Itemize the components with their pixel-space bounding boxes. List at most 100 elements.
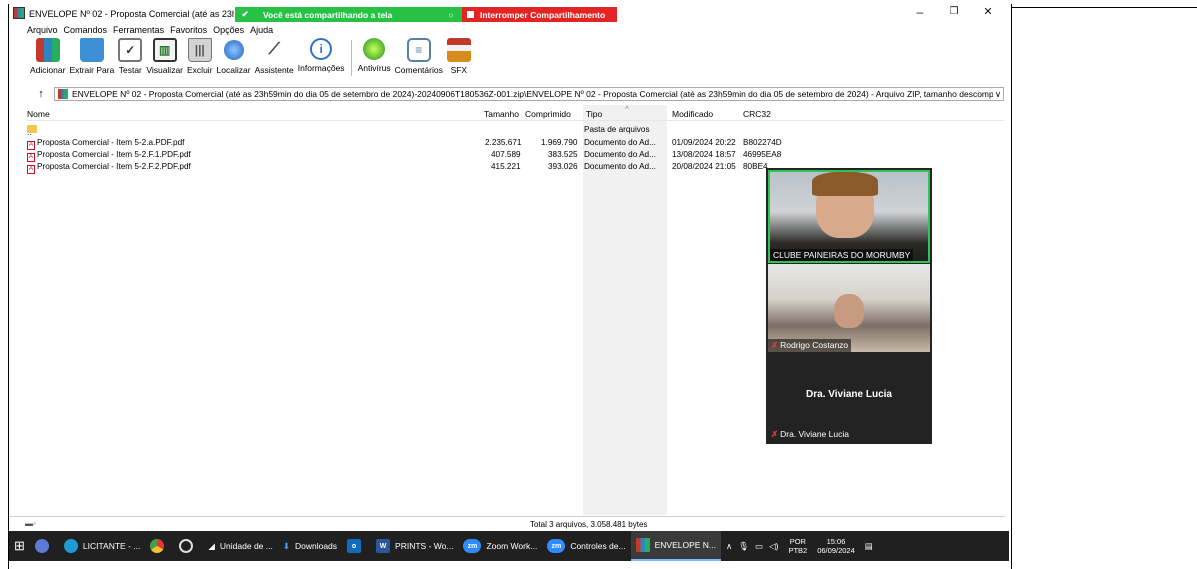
stop-share-button[interactable]: Interromper Compartilhamento — [462, 7, 617, 22]
close-button[interactable]: ✕ — [976, 6, 1000, 20]
sfx-icon — [446, 38, 471, 62]
list-header: Nome Tamanho Comprimido Tipo ^ Modificad… — [27, 104, 1004, 121]
wizard-button[interactable]: ⟋ Assistente — [253, 38, 296, 75]
list-item[interactable]: A Proposta Comercial - Item 5-2.F.1.PDF.p… — [27, 150, 787, 162]
toolbar: Adicionar Extrair Para ✓ Testar ▥ Visualiz… — [28, 38, 473, 82]
taskbar-app[interactable] — [30, 531, 59, 561]
minimize-button[interactable]: – — [908, 6, 932, 20]
comment-icon: ≡ — [406, 38, 431, 62]
antivirus-icon — [363, 38, 386, 60]
status-bar: ▬◦ Total 3 arquivos, 3.058.481 bytes — [9, 516, 1005, 530]
restore-button[interactable]: ❐ — [942, 6, 966, 20]
info-button[interactable]: i Informações — [296, 38, 347, 73]
wand-icon: ⟋ — [268, 41, 280, 58]
taskbar-zoom-controls[interactable]: zm Controles de... — [542, 531, 630, 561]
add-button[interactable]: Adicionar — [28, 38, 67, 75]
delete-button[interactable]: ||| Excluir — [185, 38, 215, 75]
pin-icon[interactable]: ✔ — [235, 9, 255, 20]
comments-button[interactable]: ≡ Comentários — [393, 38, 445, 75]
taskbar-downloads[interactable]: ⬇ Downloads — [278, 531, 342, 561]
file-size: 415.221 — [491, 162, 521, 171]
view-button[interactable]: ▥ Visualizar — [144, 38, 185, 75]
winrar-icon — [13, 7, 25, 19]
chevron-down-icon[interactable]: ∨ — [993, 89, 1003, 100]
test-button[interactable]: ✓ Testar — [116, 38, 144, 75]
file-type: Pasta de arquivos — [584, 125, 650, 134]
trash-icon: ||| — [187, 38, 212, 62]
taskbar-edge[interactable]: LICITANTE - ... — [59, 531, 145, 561]
clock[interactable]: 15:06 06/09/2024 — [812, 531, 860, 561]
participant-video[interactable]: CLUBE PAINEIRAS DO MORUMBY — [768, 170, 930, 263]
window-title: ENVELOPE Nº 02 - Proposta Comercial (até… — [29, 9, 234, 19]
toolbar-separator — [350, 40, 352, 76]
file-crc: B802274D — [743, 138, 782, 147]
pdf-icon: A — [27, 141, 35, 150]
list-item[interactable]: A Proposta Comercial - Item 5-2.F.2.PDF.p… — [27, 162, 787, 174]
participant-video[interactable]: ✗ Rodrigo Costanzo — [768, 264, 930, 352]
checklist-icon: ✓ — [118, 38, 143, 62]
taskbar-winrar[interactable]: ENVELOPE N... — [630, 531, 722, 561]
winrar-icon — [635, 538, 650, 552]
notifications-button[interactable]: ▤ — [860, 531, 878, 561]
file-crc: 80BE4 — [743, 162, 768, 171]
menu-arquivo[interactable]: Arquivo — [27, 25, 58, 35]
file-type: Documento do Ad... — [584, 150, 656, 159]
file-packed: 393.026 — [548, 162, 578, 171]
chevron-up-icon: ∧ — [726, 540, 733, 551]
column-type[interactable]: Tipo — [586, 109, 602, 119]
sfx-button[interactable]: SFX — [445, 38, 473, 75]
column-modified[interactable]: Modificado — [672, 109, 713, 119]
whatsapp-icon — [179, 539, 194, 553]
taskbar-whatsapp[interactable] — [174, 531, 203, 561]
address-bar: ↑ ENVELOPE Nº 02 - Proposta Comercial (a… — [28, 87, 1004, 101]
info-icon: i — [310, 38, 333, 60]
taskbar: ⊞ LICITANTE - ... ◢ Unidade de ... ⬇ Downl… — [9, 531, 1009, 561]
mic-icon: 🎙 — [738, 540, 750, 551]
taskbar-drive[interactable]: ◢ Unidade de ... — [203, 531, 277, 561]
list-item[interactable]: .. Pasta de arquivos — [27, 125, 650, 137]
muted-mic-icon: ✗ — [771, 429, 779, 439]
participant-name: Dra. Viviane Lucia — [806, 389, 892, 400]
extract-to-button[interactable]: Extrair Para — [67, 38, 116, 75]
share-status-text: Você está compartilhando a tela — [263, 9, 393, 20]
menu-ferramentas[interactable]: Ferramentas — [113, 25, 164, 35]
menu-ajuda[interactable]: Ajuda — [250, 25, 273, 35]
taskbar-chrome[interactable] — [145, 531, 174, 561]
participant-label: ✗ Rodrigo Costanzo — [768, 339, 852, 352]
up-arrow-icon[interactable]: ↑ — [28, 88, 54, 100]
menu-favoritos[interactable]: Favoritos — [170, 25, 207, 35]
stop-icon — [467, 11, 474, 18]
magnifier-icon — [223, 40, 244, 60]
file-name: Proposta Comercial - Item 5-2.F.1.PDF.pd… — [37, 150, 191, 159]
taskbar-word[interactable]: W PRINTS - Wo... — [371, 531, 458, 561]
antivirus-button[interactable]: Antivírus — [356, 38, 393, 73]
outlook-icon: o — [347, 539, 362, 553]
column-size[interactable]: Tamanho — [484, 109, 519, 119]
participant-hair — [812, 172, 878, 196]
windows-icon: ⊞ — [14, 538, 25, 553]
pdf-icon: A — [27, 153, 35, 162]
muted-mic-icon: ✗ — [771, 340, 779, 350]
taskbar-zoom-workplace[interactable]: zm Zoom Work... — [458, 531, 542, 561]
tray-icons[interactable]: ∧ 🎙 ▭ ◁) — [721, 531, 783, 561]
column-name[interactable]: Nome — [27, 109, 50, 119]
menu-opcoes[interactable]: Opções — [213, 25, 244, 35]
file-name: Proposta Comercial - Item 5-2.F.2.PDF.pd… — [37, 162, 191, 171]
language-indicator[interactable]: POR PTB2 — [783, 531, 812, 561]
menu-bar: Arquivo Comandos Ferramentas Favoritos O… — [27, 25, 273, 35]
column-packed[interactable]: Comprimido — [525, 109, 571, 119]
circle-icon[interactable]: ○ — [441, 10, 461, 20]
file-type: Documento do Ad... — [584, 138, 656, 147]
drive-icon: ◢ — [208, 540, 215, 551]
path-field[interactable]: ENVELOPE Nº 02 - Proposta Comercial (até… — [54, 87, 1004, 101]
stop-share-label: Interromper Compartilhamento — [480, 9, 606, 20]
list-item[interactable]: A Proposta Comercial - Item 5-2.a.PDF.pdf… — [27, 138, 787, 150]
taskbar-outlook[interactable]: o — [342, 531, 371, 561]
participant-label: ✗ Dra. Viviane Lucia — [771, 429, 849, 439]
participant-face — [834, 294, 864, 328]
column-crc[interactable]: CRC32 — [743, 109, 771, 119]
find-button[interactable]: Localizar — [215, 38, 253, 75]
menu-comandos[interactable]: Comandos — [64, 25, 108, 35]
start-button[interactable]: ⊞ — [9, 531, 30, 561]
video-panel: CLUBE PAINEIRAS DO MORUMBY ✗ Rodrigo Cost… — [766, 168, 932, 444]
